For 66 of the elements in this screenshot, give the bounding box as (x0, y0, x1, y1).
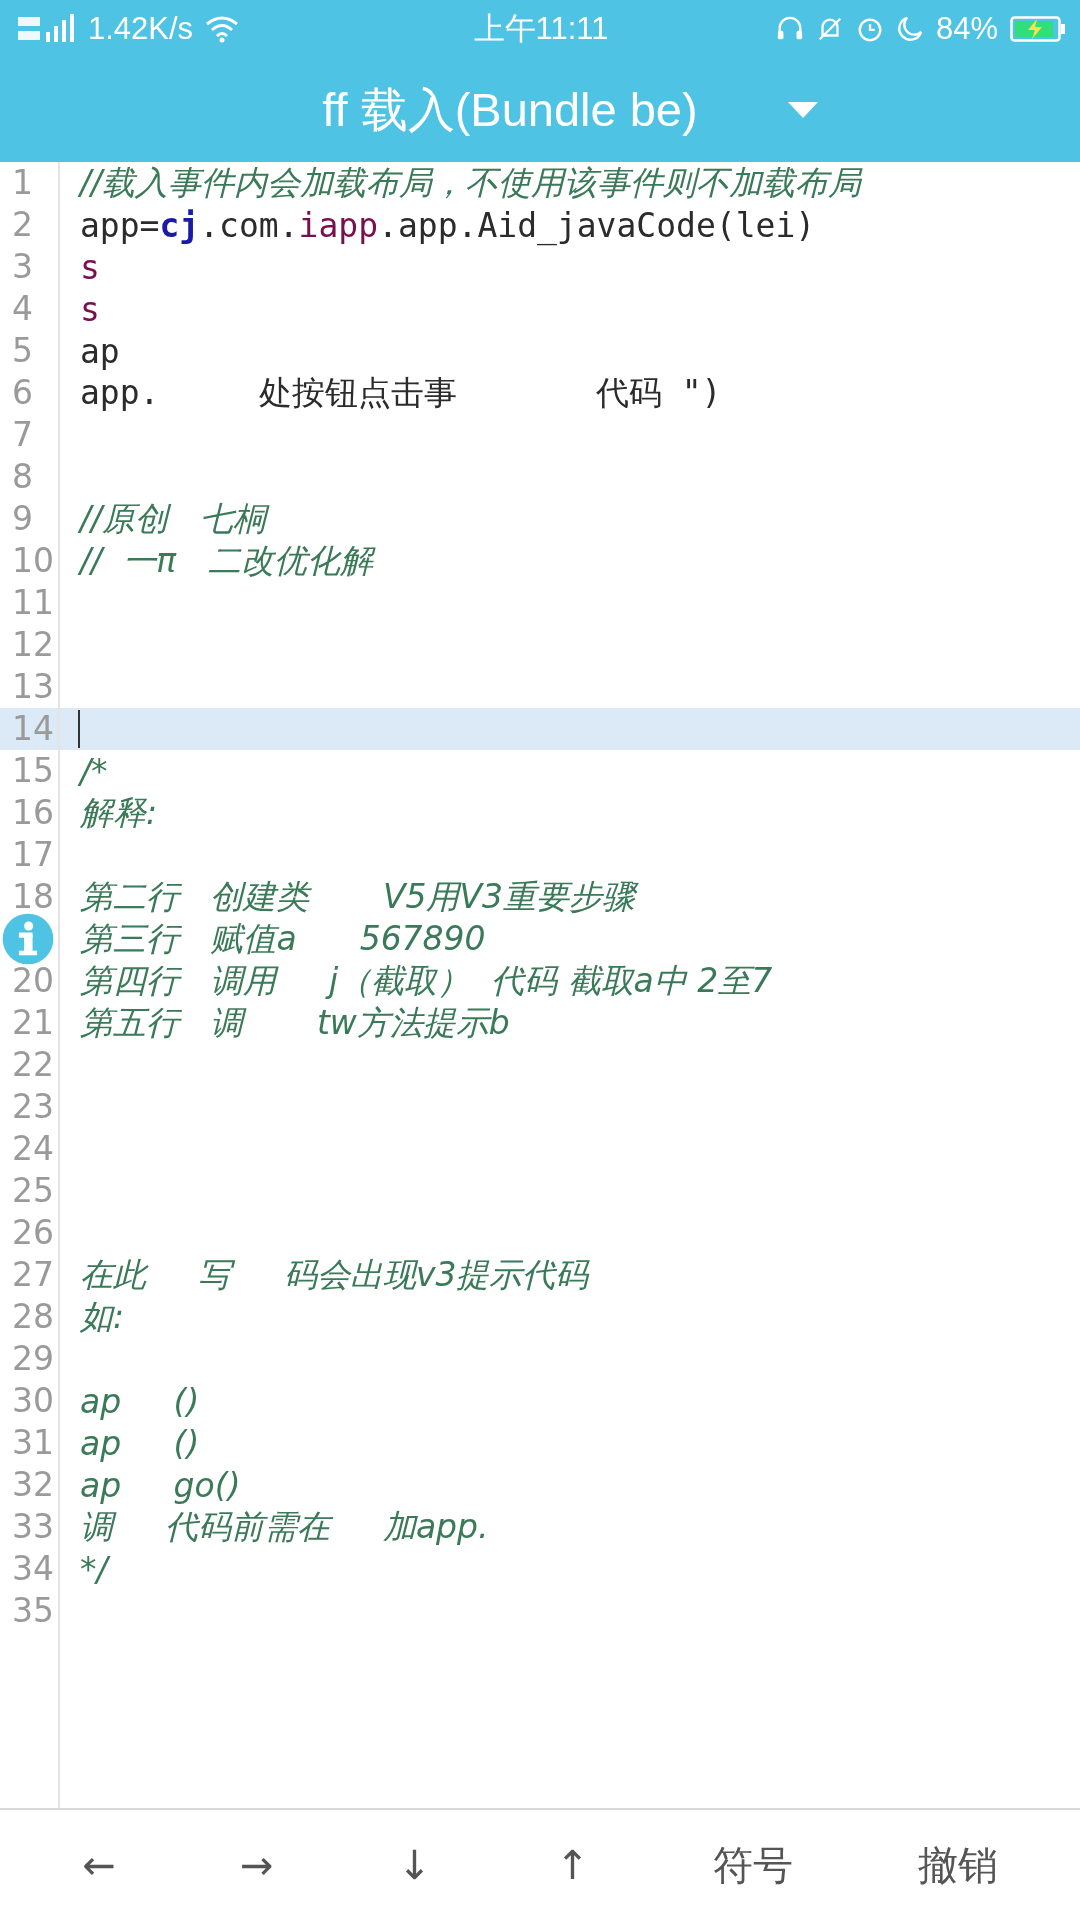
line-number: 4 (0, 288, 60, 330)
line-number: 1 (0, 162, 60, 204)
line-number: 26 (0, 1212, 60, 1254)
text-cursor (78, 710, 80, 748)
code-text: 第四行 调用 j（截取） 代码 截取a中 2至7 (80, 959, 773, 1002)
code-text: 在此 写 码会出现v3提示代码 (80, 1253, 589, 1296)
code-text: s (80, 289, 100, 329)
code-text: 调 代码前需在 加app. (80, 1505, 489, 1548)
line-number: 2 (0, 204, 60, 246)
line-number: 11 (0, 582, 60, 624)
toolbar-button[interactable]: ↓ (383, 1834, 446, 1896)
code-text: ap (80, 331, 120, 371)
toolbar-button[interactable]: 撤销 (903, 1829, 1012, 1901)
line-number: 35 (0, 1590, 60, 1632)
toolbar-button[interactable]: 符号 (699, 1829, 808, 1901)
code-text: 第三行 赋值a 567890 (80, 917, 486, 960)
dropdown-caret-icon[interactable] (787, 102, 818, 118)
clock: 上午11:11 (473, 10, 609, 48)
battery-percent: 84% (935, 11, 998, 47)
code-text: app= (80, 205, 160, 245)
code-text: .app.Aid_javaCode(lei) (378, 205, 816, 245)
line-number: 32 (0, 1464, 60, 1506)
line-number: 21 (0, 1002, 60, 1044)
line-number: 33 (0, 1506, 60, 1548)
line-number: 17 (0, 834, 60, 876)
toolbar-button[interactable]: → (226, 1834, 288, 1896)
line-number: 29 (0, 1338, 60, 1380)
code-text: app. 处按钮点击事 代码 ") (80, 371, 722, 414)
network-speed: 1.42K/s (88, 11, 194, 47)
code-text: ap () (80, 1423, 200, 1463)
line-number: 15 (0, 750, 60, 792)
screen-title: ff 载入(Bundle be) (322, 81, 698, 138)
line-number: 23 (0, 1086, 60, 1128)
line-number: 22 (0, 1044, 60, 1086)
line-number: 12 (0, 624, 60, 666)
line-number: 34 (0, 1548, 60, 1590)
code-text: 解释: (80, 791, 158, 834)
line-number: 31 (0, 1422, 60, 1464)
line-number: 8 (0, 456, 60, 498)
moon-icon (895, 15, 924, 43)
toolbar-button[interactable]: ↑ (541, 1834, 604, 1896)
line-number: 25 (0, 1170, 60, 1212)
line-number: 16 (0, 792, 60, 834)
code-text: 第五行 调 tw方法提示b (80, 1001, 510, 1044)
line-number: 7 (0, 414, 60, 456)
line-number: 27 (0, 1254, 60, 1296)
wifi-icon (205, 15, 240, 43)
line-number: 14 (0, 708, 60, 750)
cellular-signal-icon (16, 14, 76, 44)
line-number: 10 (0, 540, 60, 582)
line-number: 3 (0, 246, 60, 288)
code-text: iapp (298, 205, 379, 245)
code-text: .com. (199, 205, 299, 245)
code-text: s (80, 247, 100, 287)
code-text: 如: (80, 1295, 125, 1338)
code-text: ap go() (80, 1465, 241, 1505)
code-text: ap () (80, 1381, 200, 1421)
code-text: cj (159, 205, 200, 245)
line-number: 5 (0, 330, 60, 372)
line-number: 28 (0, 1296, 60, 1338)
line-number: 24 (0, 1128, 60, 1170)
line-number: 9 (0, 498, 60, 540)
info-icon[interactable] (2, 913, 54, 965)
toolbar-button[interactable]: ← (68, 1834, 130, 1896)
line-number: 6 (0, 372, 60, 414)
line-number: 30 (0, 1380, 60, 1422)
